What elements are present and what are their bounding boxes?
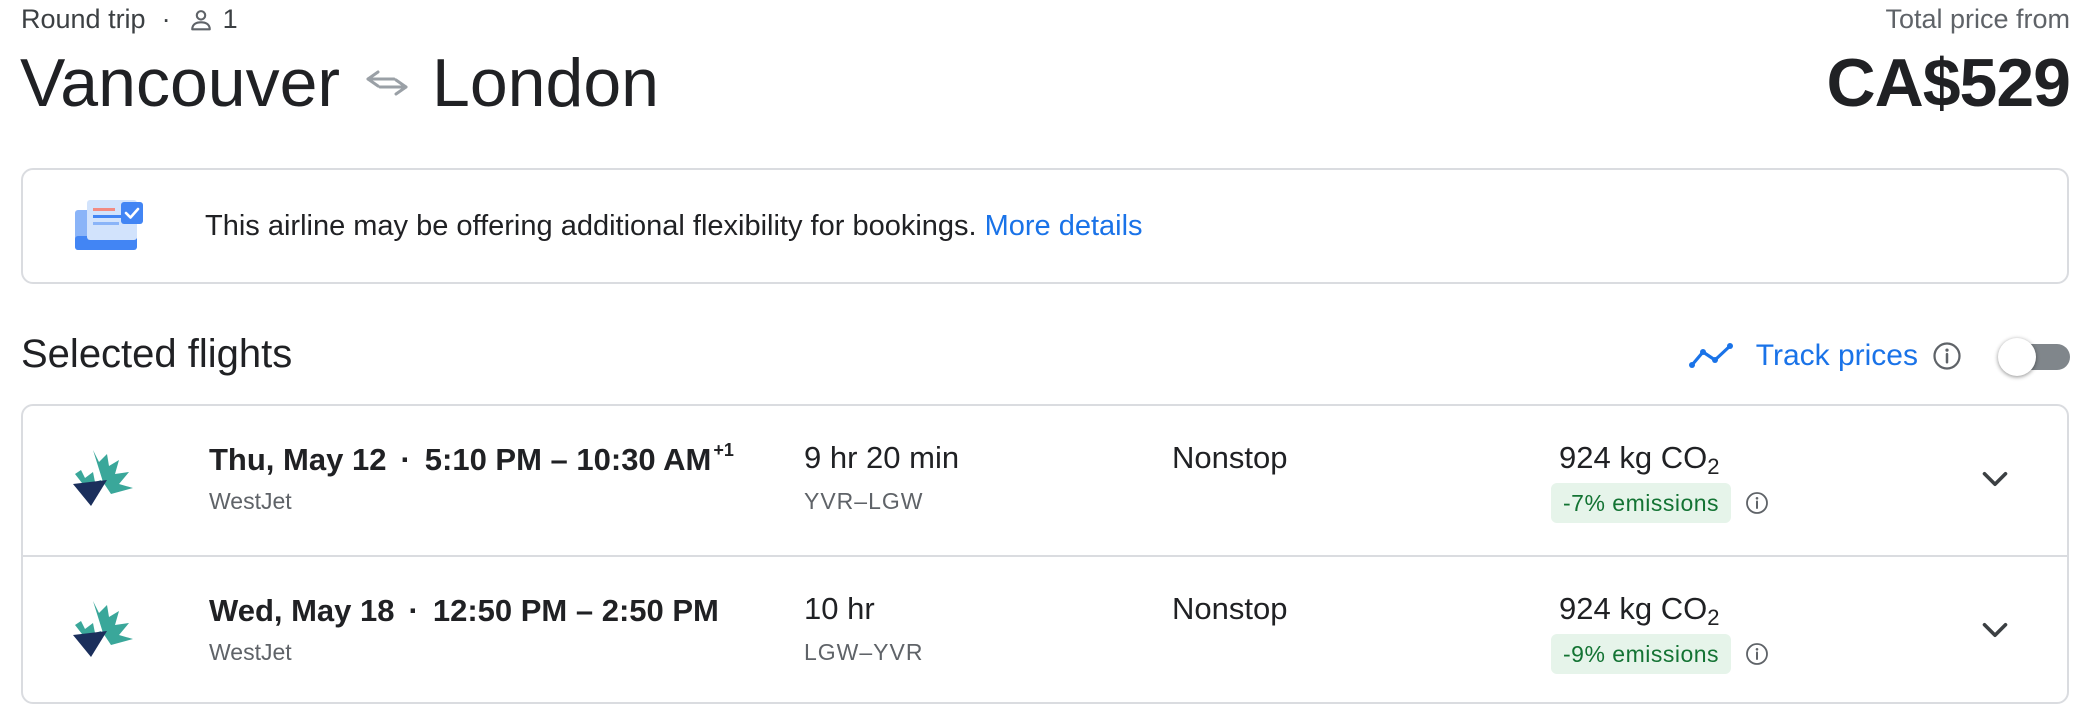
chevron-down-icon[interactable] [1977, 612, 2013, 648]
co2-subscript: 2 [1707, 454, 1720, 479]
total-price: CA$529 [1826, 45, 2071, 121]
flight-date: Thu, May 12 [209, 442, 387, 477]
toggle-knob [1998, 338, 2036, 376]
co2-amount: 924 kg CO2 [1559, 591, 1719, 631]
airline-name: WestJet [209, 639, 292, 665]
info-icon[interactable] [1745, 642, 1769, 666]
time-range: 12:50 PM – 2:50 PM [432, 593, 719, 628]
flight-duration: 10 hr [804, 591, 875, 626]
notice-text: This airline may be offering additional … [205, 209, 977, 242]
emissions-badge: -9% emissions [1551, 634, 1732, 674]
time-range: 5:10 PM – 10:30 AM [424, 442, 712, 477]
chevron-down-icon[interactable] [1977, 461, 2013, 497]
swap-arrows-icon [366, 70, 408, 96]
flight-row-return[interactable]: Wed, May 18 · 12:50 PM – 2:50 PM WestJet 1… [23, 555, 2067, 702]
route-title: Vancouver London [20, 44, 659, 122]
airport-codes: YVR–LGW [804, 488, 924, 514]
track-prices-label[interactable]: Track prices [1756, 339, 1918, 373]
flight-duration: 9 hr 20 min [804, 440, 960, 475]
trip-type[interactable]: Round trip [21, 4, 146, 35]
price-label: Total price from [1885, 4, 2070, 34]
flight-times: Wed, May 18 · 12:50 PM – 2:50 PM [209, 591, 721, 629]
person-icon [190, 9, 211, 30]
track-prices: Track prices [1688, 332, 2070, 380]
day-offset: +1 [713, 440, 734, 460]
info-icon[interactable] [1745, 491, 1769, 515]
flight-date: Wed, May 18 [209, 593, 395, 628]
stops-info: Nonstop [1172, 591, 1288, 626]
selected-flights-list: Thu, May 12 · 5:10 PM – 10:30 AM +1 WestJet… [21, 404, 2069, 704]
westjet-logo-icon [73, 601, 133, 657]
flexible-booking-icon [75, 200, 143, 250]
info-icon[interactable] [1932, 341, 1962, 371]
flight-row-outbound[interactable]: Thu, May 12 · 5:10 PM – 10:30 AM +1 WestJet… [23, 406, 2067, 555]
separator-dot: · [161, 4, 171, 34]
flexibility-notice: This airline may be offering additional … [21, 168, 2069, 284]
passenger-count[interactable]: 1 [223, 4, 238, 35]
separator-dot: · [408, 593, 419, 628]
track-prices-toggle[interactable] [1998, 338, 2070, 376]
flight-times: Thu, May 12 · 5:10 PM – 10:30 AM +1 [209, 440, 734, 478]
trip-meta: Round trip · 1 [21, 4, 238, 35]
separator-dot: · [400, 442, 411, 477]
airline-name: WestJet [209, 488, 292, 514]
destination-city: London [432, 45, 659, 121]
price-trend-icon [1688, 343, 1733, 368]
co2-value: 924 kg CO [1559, 440, 1708, 475]
stops-info: Nonstop [1172, 440, 1288, 475]
airport-codes: LGW–YVR [804, 639, 924, 665]
co2-value: 924 kg CO [1559, 591, 1708, 626]
emissions-badge: -7% emissions [1551, 483, 1732, 523]
westjet-logo-icon [73, 450, 133, 506]
co2-subscript: 2 [1707, 605, 1720, 630]
origin-city: Vancouver [20, 45, 341, 121]
co2-amount: 924 kg CO2 [1559, 440, 1719, 480]
more-details-link[interactable]: More details [985, 210, 1143, 243]
selected-flights-title: Selected flights [21, 332, 293, 376]
